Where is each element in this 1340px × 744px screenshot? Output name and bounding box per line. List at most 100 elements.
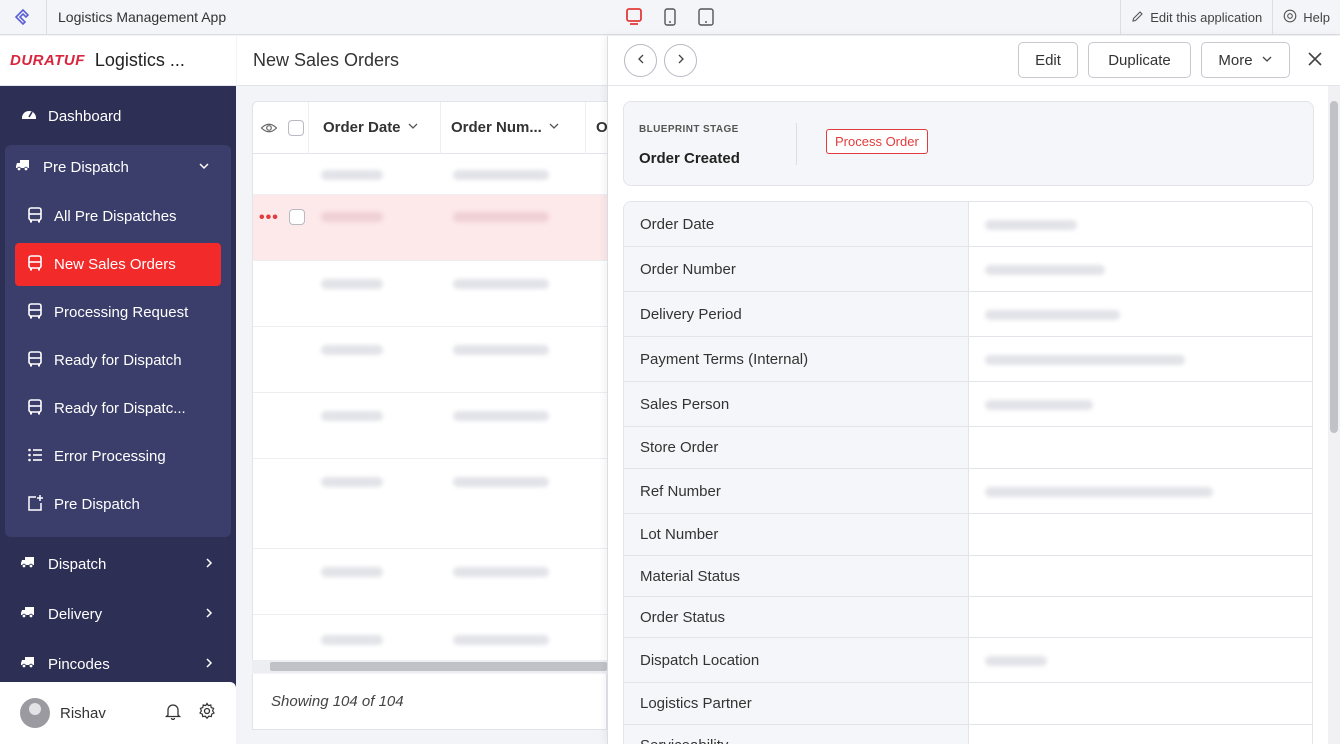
sidebar-item-label: Processing Request [54,304,189,321]
help-button[interactable]: Help [1272,0,1340,35]
detail-panel: Edit Duplicate More BLUEPRINT STAGE Orde… [607,36,1340,744]
sidebar-item-pre-dispatch-form[interactable]: Pre Dispatch [15,483,221,526]
row-checkbox[interactable] [289,209,305,225]
table-row[interactable] [253,549,607,615]
column-label: Order Num... [451,119,542,136]
sidebar-item-error-processing[interactable]: Error Processing [15,435,221,478]
chevron-right-icon [202,556,216,574]
brand-name: Logistics ... [94,50,185,70]
truck-icon [20,553,38,575]
avatar[interactable] [20,698,50,728]
table-row[interactable]: ••• [253,195,607,261]
row-actions-icon[interactable]: ••• [259,209,279,227]
device-switcher [624,7,716,32]
field-label: Payment Terms (Internal) [624,337,969,381]
chevron-down-icon [407,119,419,136]
gear-icon[interactable] [198,702,216,724]
table-row[interactable] [253,261,607,327]
more-button[interactable]: More [1201,42,1290,78]
table-footer: Showing 104 of 104 [252,674,607,730]
sidebar-item-ready-for-dispatch[interactable]: Ready for Dispatch [15,339,221,382]
sidebar-item-label: Pincodes [48,655,110,673]
scrollbar-thumb[interactable] [1330,101,1338,433]
top-bar: Logistics Management App Edit this appli… [0,0,1340,35]
sidebar-item-label: Pre Dispatch [43,158,129,176]
duplicate-button[interactable]: Duplicate [1088,42,1191,78]
chevron-down-icon [548,119,560,136]
bus-icon [26,350,44,372]
chevron-left-icon [635,52,647,70]
user-profile: Rishav [0,682,236,744]
eye-icon[interactable] [253,119,283,137]
bus-icon [26,302,44,324]
field-label: Store Order [624,427,969,468]
sidebar-item-label: All Pre Dispatches [54,208,177,225]
app-logo-icon[interactable] [0,0,47,35]
chevron-down-icon [1261,52,1273,69]
field-row: Delivery Period [624,292,1312,337]
brand-logo: DURATUF [10,52,85,69]
blueprint-stage: BLUEPRINT STAGE Order Created Process Or… [623,101,1314,186]
sidebar-item-dispatch[interactable]: Dispatch [0,542,236,586]
field-row: Sales Person [624,382,1312,427]
field-label: Delivery Period [624,292,969,336]
previous-record-button[interactable] [624,44,657,77]
sidebar-item-label: Dispatch [48,555,107,573]
sidebar-item-label: New Sales Orders [54,256,176,273]
table-row[interactable] [253,393,607,459]
field-label: Sales Person [624,382,969,426]
edit-button[interactable]: Edit [1018,42,1078,78]
user-name: Rishav [60,704,106,722]
field-label: Logistics Partner [624,683,969,724]
field-row: Material Status [624,556,1312,597]
field-label: Lot Number [624,514,969,555]
table-row[interactable] [253,459,607,549]
field-label: Ref Number [624,469,969,513]
desktop-view-icon[interactable] [624,7,644,32]
field-label: Order Number [624,247,969,291]
app-title: Logistics Management App [58,9,227,25]
panel-toolbar: Edit Duplicate More [608,36,1340,86]
mobile-view-icon[interactable] [660,7,680,32]
sidebar-item-new-sales-orders[interactable]: New Sales Orders [15,243,221,286]
next-record-button[interactable] [664,44,697,77]
field-label: Order Date [624,202,969,246]
scrollbar-thumb[interactable] [270,662,607,671]
page-title: New Sales Orders [237,36,607,86]
column-truncated[interactable]: O [586,119,607,136]
close-icon[interactable] [1306,50,1324,73]
user-actions [164,702,216,724]
truck-icon [15,156,33,178]
vertical-scrollbar[interactable] [1328,86,1340,744]
field-row: Order Number [624,247,1312,292]
bell-icon[interactable] [164,702,182,724]
table-row[interactable] [253,327,607,393]
column-order-number[interactable]: Order Num... [441,102,586,154]
horizontal-scrollbar[interactable] [252,660,607,673]
process-order-button[interactable]: Process Order [826,129,928,154]
tablet-view-icon[interactable] [696,7,716,32]
edit-application-button[interactable]: Edit this application [1120,0,1272,35]
sidebar-item-processing-request[interactable]: Processing Request [15,291,221,334]
dashboard-icon [20,105,38,127]
sidebar-item-all-pre-dispatches[interactable]: All Pre Dispatches [15,195,221,238]
table-row[interactable] [253,154,607,195]
more-button-label: More [1218,51,1253,69]
sidebar-item-pincodes[interactable]: Pincodes [0,642,236,686]
column-order-date[interactable]: Order Date [309,102,441,154]
sidebar-item-label: Ready for Dispatc... [54,400,186,417]
select-all-checkbox[interactable] [287,119,304,136]
field-row: Ref Number [624,469,1312,514]
sidebar-item-delivery[interactable]: Delivery [0,592,236,636]
sidebar-item-ready-for-dispatch-2[interactable]: Ready for Dispatc... [15,387,221,430]
help-icon [1283,9,1297,26]
sidebar-item-pre-dispatch[interactable]: Pre Dispatch [0,145,226,189]
sidebar-item-label: Delivery [48,605,103,623]
field-row: Dispatch Location [624,638,1312,683]
list-icon [26,446,44,468]
field-row: Lot Number [624,514,1312,556]
field-row: Logistics Partner [624,683,1312,725]
sidebar-item-dashboard[interactable]: Dashboard [0,94,236,138]
field-row: Serviceability [624,725,1312,744]
field-label: Serviceability [624,725,969,744]
